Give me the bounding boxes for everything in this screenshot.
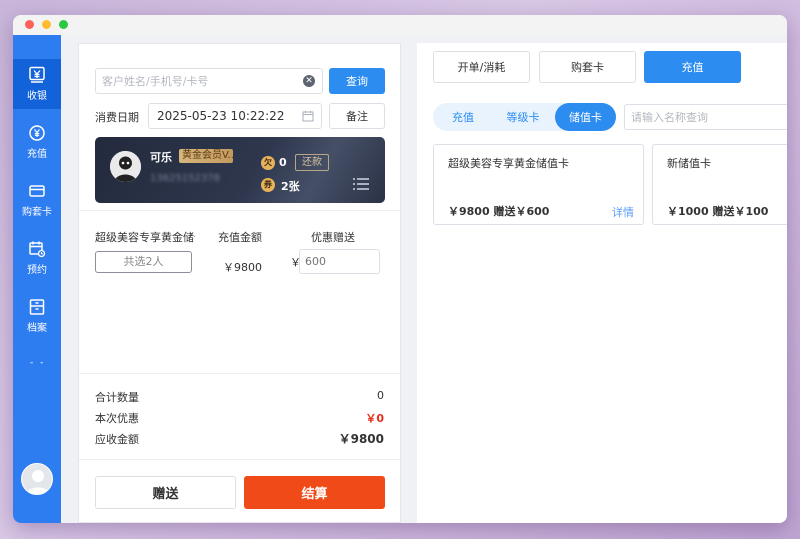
card-item[interactable]: 超级美容专享黄金储值卡 ￥9800 赠送￥600 详情 — [433, 144, 644, 225]
member-card: 可乐 黄金会员V... 13625152378 欠 0 还款 券 2张 — [95, 137, 385, 203]
calendar-icon — [29, 241, 46, 258]
pill-level-card[interactable]: 等级卡 — [493, 103, 553, 131]
divider — [79, 210, 402, 211]
sidebar-item-archive[interactable]: 档案 — [13, 291, 61, 341]
card-name-search-input[interactable] — [624, 104, 787, 130]
coupon-count[interactable]: 2张 — [281, 178, 300, 194]
card-title: 超级美容专享黄金储值卡 — [448, 157, 569, 170]
member-avatar-icon — [110, 151, 141, 182]
date-picker[interactable]: 2025-05-23 10:22:22 — [148, 103, 322, 129]
tab-order[interactable]: 开单/消耗 — [433, 51, 530, 83]
pill-stored-value-card[interactable]: 储值卡 — [555, 103, 616, 131]
sidebar-item-label: 档案 — [27, 323, 47, 334]
total-count-label: 合计数量 — [95, 391, 139, 404]
sidebar-more[interactable]: - - — [30, 358, 45, 368]
sidebar-item-buy-card[interactable]: 购套卡 — [13, 175, 61, 225]
customer-search-input[interactable] — [96, 69, 291, 93]
total-count-value: 0 — [377, 389, 384, 402]
member-name: 可乐 — [150, 151, 172, 164]
minimize-window-button[interactable] — [42, 20, 51, 29]
tab-buy-card[interactable]: 购套卡 — [539, 51, 636, 83]
card-item[interactable]: 新储值卡 ￥1000 赠送￥100 — [652, 144, 787, 225]
product-panel: 开单/消耗 购套卡 充值 充值 等级卡 储值卡 超级美容专享黄金储值卡 ￥980… — [417, 43, 787, 523]
date-value: 2025-05-23 10:22:22 — [157, 109, 285, 123]
clear-icon[interactable]: ✕ — [303, 75, 315, 87]
sidebar-item-label: 预约 — [27, 265, 47, 276]
cashier-icon — [29, 66, 45, 83]
column-recharge-amount: 充值金额 — [218, 231, 262, 244]
recharge-icon — [29, 125, 45, 141]
recharge-amount: ￥9800 — [223, 261, 262, 274]
customer-search-box: ✕ — [95, 68, 323, 94]
debt-count: 0 — [279, 156, 287, 169]
user-avatar[interactable] — [21, 463, 53, 495]
maximize-window-button[interactable] — [59, 20, 68, 29]
pill-recharge[interactable]: 充值 — [433, 103, 493, 131]
calendar-icon — [302, 111, 314, 122]
checkout-panel: ✕ 查询 消费日期 2025-05-23 10:22:22 备注 可乐 — [78, 43, 402, 523]
card-price: ￥9800 赠送￥600 — [448, 205, 550, 218]
divider — [79, 459, 402, 460]
card-icon — [29, 185, 45, 197]
column-gift: 优惠赠送 — [311, 231, 355, 244]
close-window-button[interactable] — [25, 20, 34, 29]
sidebar: 收银 充值 购套卡 预约 档案 - - — [13, 35, 61, 523]
debt-icon: 欠 — [261, 156, 275, 170]
user-icon — [26, 470, 50, 494]
gift-button[interactable]: 赠送 — [95, 476, 236, 509]
column-card-name: 超级美容专享黄金储值卡 — [95, 231, 195, 244]
card-title: 新储值卡 — [667, 157, 711, 170]
coupon-icon: 券 — [261, 178, 275, 192]
tab-recharge[interactable]: 充值 — [644, 51, 741, 83]
card-price: ￥1000 赠送￥100 — [667, 205, 769, 218]
sidebar-item-label: 收银 — [27, 91, 47, 102]
sidebar-item-recharge[interactable]: 充值 — [13, 117, 61, 167]
repay-button[interactable]: 还款 — [295, 154, 329, 171]
sidebar-item-label: 充值 — [27, 149, 47, 160]
amount-due-label: 应收金额 — [95, 433, 139, 446]
discount-value: ￥0 — [365, 412, 384, 425]
app-window: 收银 充值 购套卡 预约 档案 - - 客户姓名/手机号/卡号 ✕ 查询 消费日… — [13, 15, 787, 523]
sidebar-item-label: 购套卡 — [22, 207, 52, 218]
amount-due-value: ￥9800 — [338, 432, 384, 446]
card-type-switch: 充值 等级卡 储值卡 — [433, 103, 616, 131]
checkout-button[interactable]: 结算 — [244, 476, 385, 509]
member-phone: 13625152378 — [150, 173, 220, 184]
note-button[interactable]: 备注 — [329, 103, 385, 129]
sidebar-item-appointment[interactable]: 预约 — [13, 233, 61, 283]
title-bar — [13, 15, 787, 35]
date-label: 消费日期 — [95, 111, 139, 124]
card-detail-link[interactable]: 详情 — [612, 204, 634, 220]
gift-amount-input[interactable] — [299, 249, 380, 274]
member-avatar[interactable] — [110, 151, 141, 182]
discount-label: 本次优惠 — [95, 412, 139, 425]
sidebar-item-cashier[interactable]: 收银 — [13, 59, 61, 109]
search-button[interactable]: 查询 — [329, 68, 385, 94]
divider — [79, 373, 402, 374]
archive-icon — [29, 299, 45, 315]
member-level-badge: 黄金会员V... — [179, 149, 233, 163]
menu-icon[interactable] — [353, 178, 369, 190]
staff-selector[interactable]: 共选2人 — [95, 251, 192, 273]
